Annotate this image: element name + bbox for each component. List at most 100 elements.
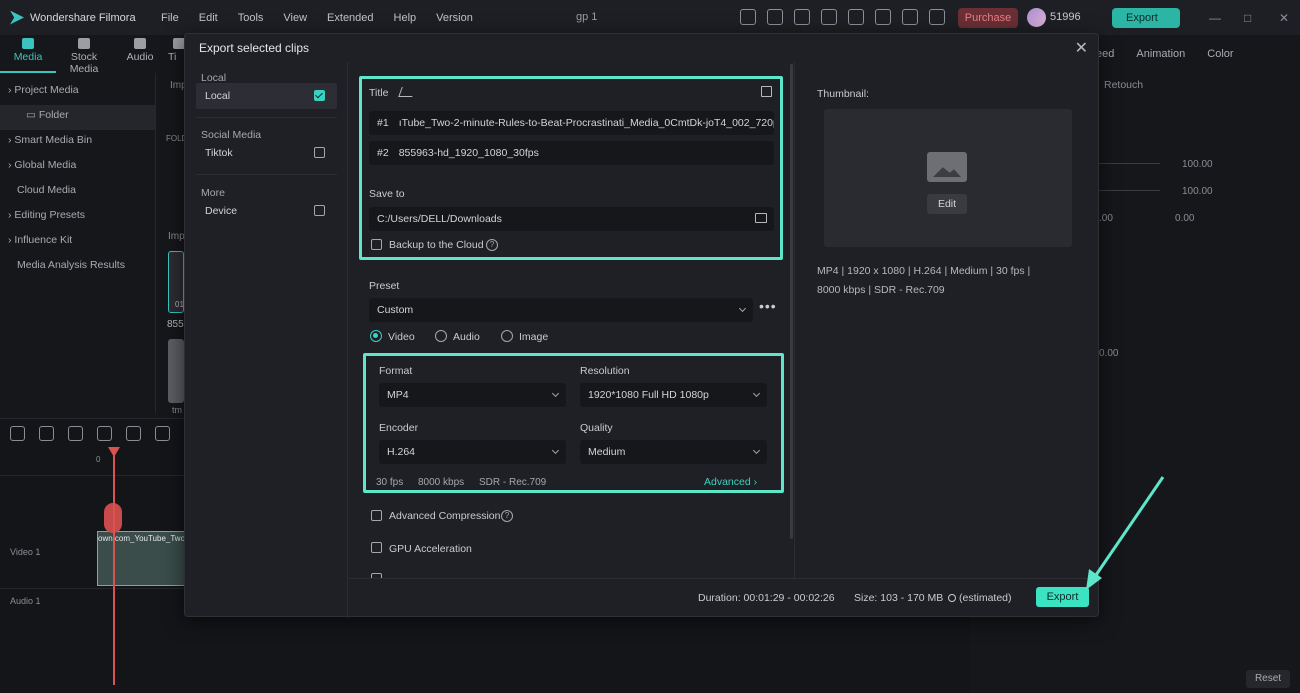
export-info-line-2: 8000 kbps | SDR - Rec.709 (817, 284, 945, 296)
tab-stock-media[interactable]: Stock Media (56, 35, 112, 75)
undo-icon[interactable] (68, 426, 83, 441)
restore-icon[interactable]: □ (1244, 11, 1251, 25)
layout-icon[interactable] (794, 9, 810, 25)
chevron-down-icon (551, 389, 560, 398)
tab-media[interactable]: Media (0, 35, 56, 73)
send-icon[interactable] (740, 9, 756, 25)
avatar[interactable] (1027, 8, 1046, 27)
list-view-icon[interactable] (761, 86, 772, 97)
destination-local[interactable]: Local (196, 83, 337, 109)
tree-project-media[interactable]: › Project Media (0, 80, 155, 105)
settings-scrollbar[interactable] (790, 64, 793, 539)
tree-influence-kit[interactable]: › Influence Kit (0, 230, 155, 255)
position-y-value[interactable]: 0.00 (1175, 213, 1194, 224)
tree-media-analysis[interactable]: Media Analysis Results (0, 255, 155, 280)
quality-select[interactable]: Medium (580, 440, 767, 464)
property-tabs: eed Animation Color (1096, 48, 1234, 60)
encoder-select[interactable]: H.264 (379, 440, 566, 464)
save-to-field[interactable]: C:/Users/DELL/Downloads (369, 207, 774, 231)
image-radio[interactable] (501, 330, 513, 342)
advanced-link[interactable]: Advanced › (704, 476, 757, 488)
divider (196, 117, 337, 118)
video-radio[interactable] (370, 330, 382, 342)
spec-bitrate: 8000 kbps (418, 477, 465, 488)
video-clip[interactable]: own.com_YouTube_Two (97, 531, 187, 586)
export-dialog: Export selected clips ✕ Local Local Soci… (184, 33, 1099, 618)
scissors-icon[interactable] (155, 426, 170, 441)
destination-device[interactable]: Device (196, 198, 337, 224)
help-icon[interactable]: ? (486, 239, 498, 251)
chevron-down-icon (752, 446, 761, 455)
folder-icon[interactable] (755, 213, 767, 223)
effects-icon[interactable] (821, 9, 837, 25)
tab-animation[interactable]: Animation (1136, 48, 1185, 60)
layout-grid-icon[interactable] (10, 426, 25, 441)
reset-button[interactable]: Reset (1246, 670, 1290, 688)
purchase-button[interactable]: Purchase (958, 8, 1018, 28)
rotate-value[interactable]: 0.00 (1099, 348, 1118, 359)
scale-slider[interactable] (1098, 163, 1160, 164)
scale-value[interactable]: 100.00 (1182, 159, 1213, 170)
title-field-2[interactable]: #2 855963-hd_1920_1080_30fps (369, 141, 774, 165)
help-icon[interactable]: ? (501, 510, 513, 522)
media-name-peek: 855 (167, 319, 184, 330)
list-menu-icon[interactable] (929, 9, 945, 25)
gpu-acceleration-checkbox[interactable] (371, 542, 382, 553)
more-options-icon[interactable]: ••• (759, 298, 777, 314)
resolution-select[interactable]: 1920*1080 Full HD 1080p (580, 383, 767, 407)
stock-media-icon (78, 38, 90, 49)
tab-color[interactable]: Color (1207, 48, 1233, 60)
device-checkbox[interactable] (314, 205, 325, 216)
cloud-icon[interactable] (875, 9, 891, 25)
playhead[interactable] (113, 450, 115, 685)
format-select[interactable]: MP4 (379, 383, 566, 407)
headset-icon[interactable] (902, 9, 918, 25)
tree-folder[interactable]: ▭ Folder (0, 105, 155, 130)
backup-label: Backup to the Cloud (389, 239, 484, 251)
menu-bar: File Edit Tools View Extended Help Versi… (161, 12, 493, 24)
tree-cloud-media[interactable]: Cloud Media (0, 180, 155, 205)
thumbnail-label: Thumbnail: (817, 88, 869, 100)
menu-version[interactable]: Version (436, 12, 473, 24)
export-top-button[interactable]: Export (1112, 8, 1180, 28)
menu-file[interactable]: File (161, 12, 179, 24)
clip-label: own.com_YouTube_Two (98, 534, 186, 543)
delete-icon[interactable] (126, 426, 141, 441)
redo-icon[interactable] (97, 426, 112, 441)
advanced-compression-checkbox[interactable] (371, 510, 382, 521)
menu-tools[interactable]: Tools (238, 12, 264, 24)
title-label: Title (369, 87, 389, 99)
export-info-line-1: MP4 | 1920 x 1080 | H.264 | Medium | 30 … (817, 265, 1031, 277)
backup-checkbox[interactable] (371, 239, 382, 250)
window-close-icon[interactable]: ✕ (1279, 11, 1289, 25)
audio-radio[interactable] (435, 330, 447, 342)
menu-help[interactable]: Help (394, 12, 417, 24)
tab-audio[interactable]: Audio (112, 35, 168, 73)
scale-value[interactable]: 100.00 (1182, 186, 1213, 197)
edit-thumbnail-button[interactable]: Edit (927, 194, 967, 214)
tree-global-media[interactable]: › Global Media (0, 155, 155, 180)
menu-extended[interactable]: Extended (327, 12, 373, 24)
title-field-1[interactable]: #1 ıTube_Two-2-minute-Rules-to-Beat-Procr… (369, 111, 774, 135)
media-tabs: Media Stock Media Audio Ti (0, 35, 190, 75)
menu-edit[interactable]: Edit (199, 12, 218, 24)
close-icon[interactable]: ✕ (1075, 38, 1088, 58)
tiktok-checkbox[interactable] (314, 147, 325, 158)
media-thumbnail[interactable] (168, 339, 184, 403)
menu-view[interactable]: View (283, 12, 307, 24)
minimize-icon[interactable]: — (1209, 11, 1221, 25)
tree-smart-media-bin[interactable]: › Smart Media Bin (0, 130, 155, 155)
select-tool-icon[interactable] (39, 426, 54, 441)
tree-editing-presets[interactable]: › Editing Presets (0, 205, 155, 230)
position-x-value[interactable]: .00 (1099, 213, 1113, 224)
scale-slider[interactable] (1098, 190, 1160, 191)
save-to-label: Save to (369, 188, 405, 200)
preset-select[interactable]: Custom (369, 298, 753, 322)
destination-tiktok[interactable]: Tiktok (196, 140, 337, 166)
local-checkbox[interactable] (314, 90, 325, 101)
notes-icon[interactable] (767, 9, 783, 25)
export-button[interactable]: Export (1036, 587, 1089, 607)
thumbnail-preview: Edit (824, 109, 1072, 247)
save-icon[interactable] (848, 9, 864, 25)
format-label: Format (379, 365, 413, 377)
